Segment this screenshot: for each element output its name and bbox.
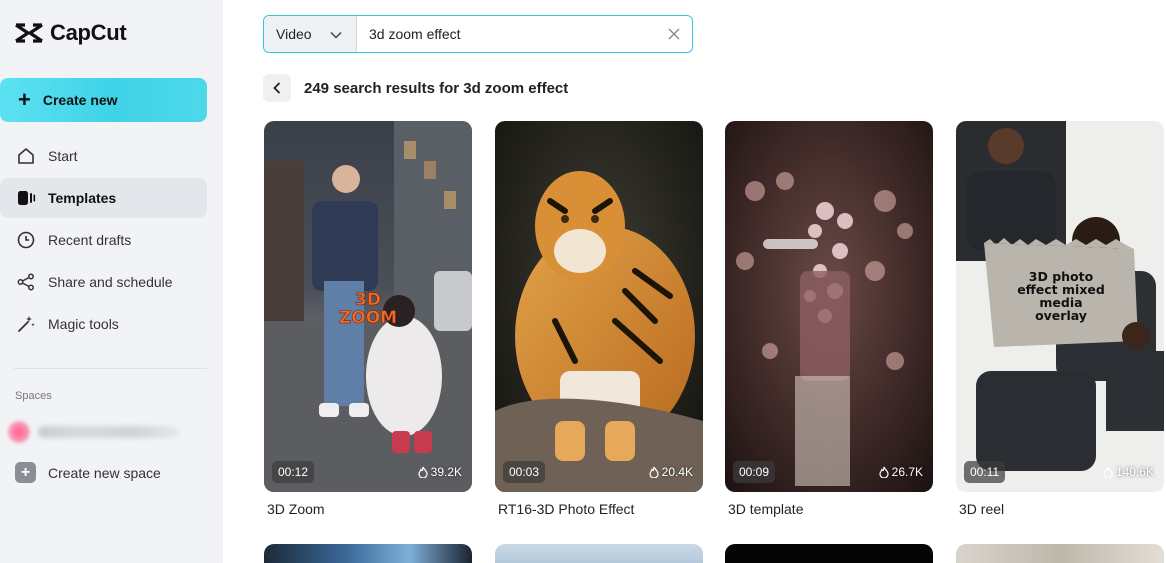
- template-card[interactable]: 00:03 20.4K RT16-3D Photo Effect: [495, 121, 703, 517]
- template-thumbnail: 3D photo effect mixed media overlay 00:1…: [956, 121, 1164, 492]
- sidebar-item-label: Recent drafts: [48, 232, 132, 248]
- space-name-blurred: [38, 426, 178, 438]
- template-thumbnail: 00:03 20.4K: [495, 121, 703, 492]
- results-header: 249 search results for 3d zoom effect: [263, 74, 568, 102]
- app-name: CapCut: [50, 20, 127, 45]
- duration-badge: 00:12: [272, 461, 315, 483]
- space-item[interactable]: [8, 418, 208, 446]
- duration-badge: 00:03: [503, 461, 546, 483]
- templates-icon: [16, 188, 36, 208]
- create-new-button[interactable]: + Create new: [0, 78, 207, 122]
- template-card[interactable]: 00:09 26.7K 3D template: [725, 121, 933, 517]
- usage-count-value: 26.7K: [891, 465, 923, 479]
- template-thumbnail: 00:09 26.7K: [725, 121, 933, 492]
- search-bar: Video: [263, 15, 693, 53]
- sidebar-item-label: Share and schedule: [48, 274, 173, 290]
- template-thumbnail: 3D ZOOM 00:12 39.2K: [264, 121, 472, 492]
- sidebar-item-label: Templates: [48, 190, 117, 206]
- search-type-value: Video: [276, 26, 312, 42]
- flame-icon: [879, 466, 889, 478]
- create-new-space-button[interactable]: + Create new space: [15, 462, 161, 483]
- sidebar-item-start[interactable]: Start: [0, 136, 207, 176]
- results-title: 249 search results for 3d zoom effect: [304, 79, 569, 97]
- thumbnail-overlay-text: ZOOM: [339, 308, 397, 328]
- sidebar-item-label: Start: [48, 148, 78, 164]
- capcut-logo[interactable]: CapCut: [14, 20, 127, 46]
- template-thumbnail-partial[interactable]: [495, 544, 703, 563]
- duration-badge: 00:11: [964, 461, 1006, 483]
- sidebar-item-recent-drafts[interactable]: Recent drafts: [0, 220, 207, 260]
- chevron-down-icon: [330, 26, 342, 42]
- clock-icon: [16, 230, 36, 250]
- create-new-label: Create new: [42, 92, 118, 108]
- sidebar-item-magic-tools[interactable]: Magic tools: [0, 304, 207, 344]
- flame-icon: [1103, 466, 1113, 478]
- spaces-heading: Spaces: [15, 390, 52, 402]
- plus-icon: +: [18, 87, 31, 112]
- thumbnail-overlay-text: 3D: [355, 290, 381, 310]
- sidebar-item-share-and-schedule[interactable]: Share and schedule: [0, 262, 207, 302]
- usage-count-value: 140.6K: [1115, 465, 1154, 479]
- template-thumbnail-partial[interactable]: [264, 544, 472, 563]
- flame-icon: [649, 466, 659, 478]
- template-card[interactable]: 3D ZOOM 00:12 39.2K 3D Zoom: [264, 121, 472, 517]
- plus-icon: +: [15, 462, 36, 483]
- share-icon: [16, 272, 36, 292]
- sidebar-divider: [14, 368, 207, 369]
- duration-badge: 00:09: [733, 461, 776, 483]
- chevron-left-icon: [273, 82, 281, 94]
- sidebar: CapCut + Create new Start Templates Rece…: [0, 0, 223, 563]
- flame-icon: [418, 466, 428, 478]
- template-title: RT16-3D Photo Effect: [498, 501, 635, 517]
- usage-count: 26.7K: [879, 461, 923, 483]
- create-new-space-label: Create new space: [48, 464, 161, 481]
- search-input[interactable]: [357, 16, 656, 52]
- usage-count: 140.6K: [1103, 461, 1154, 483]
- home-icon: [16, 146, 36, 166]
- template-title: 3D reel: [959, 501, 1005, 517]
- template-title: 3D template: [728, 501, 804, 517]
- sidebar-nav: Start Templates Recent drafts Share and …: [0, 136, 207, 346]
- usage-count-value: 39.2K: [430, 465, 462, 479]
- capcut-logo-icon: [14, 20, 44, 46]
- magic-wand-icon: [16, 314, 36, 334]
- search-type-dropdown[interactable]: Video: [264, 16, 357, 52]
- sidebar-item-label: Magic tools: [48, 316, 119, 332]
- sidebar-item-templates[interactable]: Templates: [0, 178, 207, 218]
- clear-icon[interactable]: [656, 16, 692, 52]
- template-thumbnail-partial[interactable]: [725, 544, 933, 563]
- thumbnail-overlay-text: overlay: [1035, 308, 1087, 323]
- template-card[interactable]: 3D photo effect mixed media overlay 00:1…: [956, 121, 1164, 517]
- usage-count: 39.2K: [418, 461, 462, 483]
- template-title: 3D Zoom: [267, 501, 325, 517]
- back-button[interactable]: [263, 74, 291, 102]
- usage-count: 20.4K: [649, 461, 693, 483]
- usage-count-value: 20.4K: [661, 465, 693, 479]
- space-avatar: [8, 421, 30, 443]
- template-thumbnail-partial[interactable]: [956, 544, 1164, 563]
